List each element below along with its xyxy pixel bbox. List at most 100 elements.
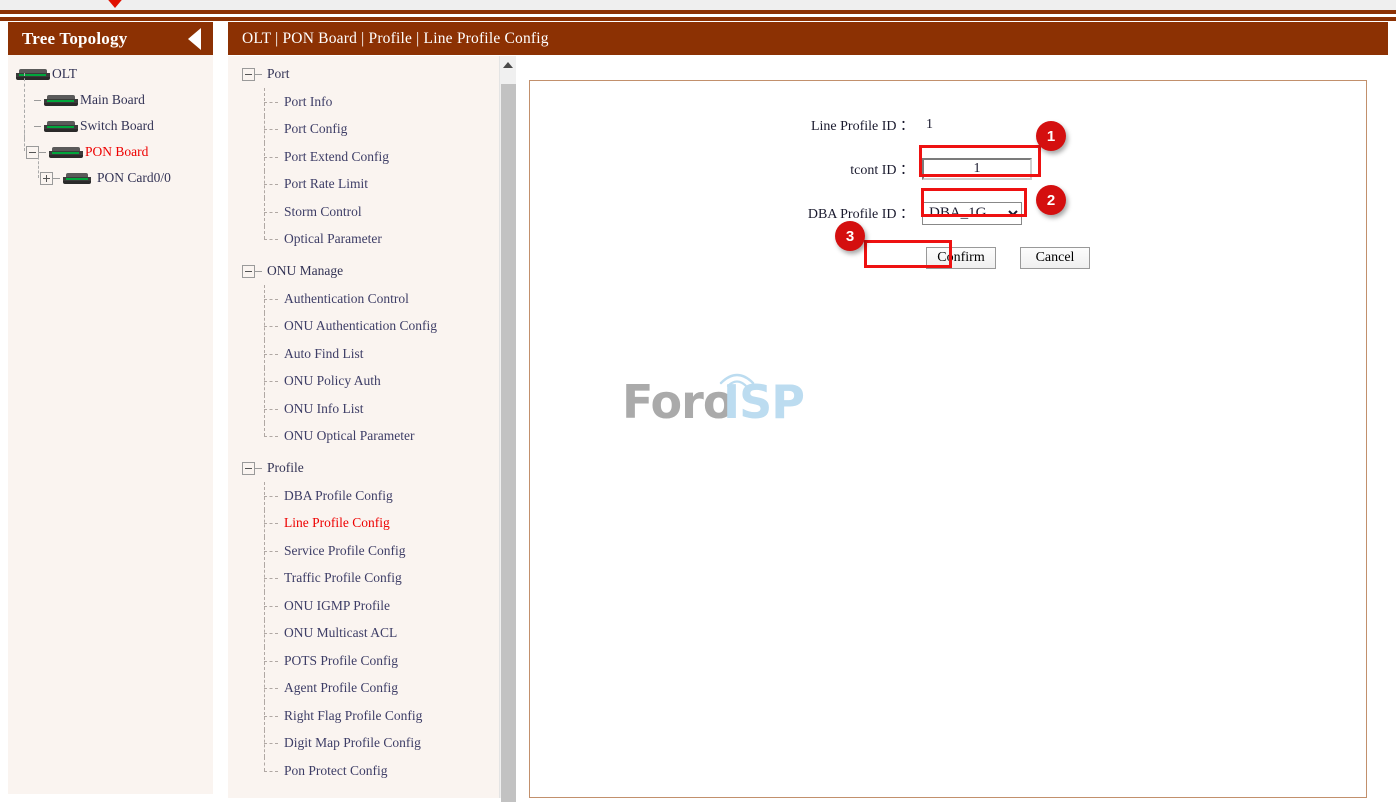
menu-item-label[interactable]: Auto Find List	[278, 346, 364, 362]
breadcrumb: OLT | PON Board | Profile | Line Profile…	[242, 30, 549, 48]
menu-item-label[interactable]: ONU Info List	[278, 401, 364, 417]
tree-connector	[264, 771, 278, 772]
menu-group-port[interactable]: Port	[242, 60, 498, 88]
menu-item-pots-profile-config[interactable]: POTS Profile Config	[242, 647, 498, 675]
menu-item-traffic-profile-config[interactable]: Traffic Profile Config	[242, 565, 498, 593]
menu-item-label[interactable]: Port Extend Config	[278, 149, 389, 165]
tree-connector	[255, 271, 262, 272]
menu-item-label[interactable]: ONU Authentication Config	[278, 318, 437, 334]
menu-item-label[interactable]: Storm Control	[278, 204, 362, 220]
tree-connector	[264, 129, 278, 130]
tree-connector	[24, 125, 25, 151]
tree-node-olt[interactable]: OLT	[12, 61, 213, 87]
tree-node-pon-card[interactable]: PON Card0/0	[12, 165, 213, 191]
tree-connector	[264, 551, 278, 552]
menu-item-label[interactable]: Port Rate Limit	[278, 176, 368, 192]
menu-group-label[interactable]: ONU Manage	[267, 263, 343, 279]
tree-connector	[264, 226, 265, 240]
menu-item-onu-info-list[interactable]: ONU Info List	[242, 395, 498, 423]
tree-connector	[255, 468, 262, 469]
tree-node-label[interactable]: Switch Board	[80, 118, 154, 134]
minus-box-icon[interactable]	[242, 68, 255, 81]
menu-item-label[interactable]: Traffic Profile Config	[278, 570, 402, 586]
menu-scrollbar[interactable]	[499, 56, 516, 798]
tree-connector	[255, 74, 262, 75]
line-profile-id-row: Line Profile ID ： 1	[530, 103, 1367, 147]
menu-group-label[interactable]: Profile	[267, 460, 304, 476]
line-profile-id-value: 1	[920, 117, 933, 133]
menu-item-label[interactable]: Authentication Control	[278, 291, 409, 307]
menu-item-label[interactable]: ONU Optical Parameter	[278, 428, 414, 444]
menu-item-digit-map-profile-config[interactable]: Digit Map Profile Config	[242, 730, 498, 758]
menu-item-label[interactable]: DBA Profile Config	[278, 488, 393, 504]
confirm-button[interactable]: Confirm	[926, 247, 996, 269]
tree-node-label[interactable]: OLT	[52, 66, 77, 82]
menu-item-authentication-control[interactable]: Authentication Control	[242, 285, 498, 313]
watermark-text-primary: Foro	[622, 375, 733, 429]
menu-item-line-profile-config[interactable]: Line Profile Config	[242, 510, 498, 538]
device-icon	[63, 173, 91, 184]
top-divider-lower	[0, 17, 1396, 21]
tree-connector	[264, 354, 278, 355]
menu-item-optical-parameter[interactable]: Optical Parameter	[242, 226, 498, 254]
menu-item-onu-multicast-acl[interactable]: ONU Multicast ACL	[242, 620, 498, 648]
menu-item-service-profile-config[interactable]: Service Profile Config	[242, 537, 498, 565]
menu-item-onu-authentication-config[interactable]: ONU Authentication Config	[242, 313, 498, 341]
menu-group-label[interactable]: Port	[267, 66, 290, 82]
minus-box-icon[interactable]	[242, 462, 255, 475]
tree-connector	[264, 423, 265, 437]
menu-item-port-rate-limit[interactable]: Port Rate Limit	[242, 171, 498, 199]
menu-item-label[interactable]: ONU Policy Auth	[278, 373, 381, 389]
menu-item-dba-profile-config[interactable]: DBA Profile Config	[242, 482, 498, 510]
plus-box-icon[interactable]	[40, 172, 53, 185]
top-divider-upper	[0, 10, 1396, 14]
tree-connector	[264, 184, 278, 185]
tcont-id-label: tcont ID ：	[530, 159, 920, 179]
menu-item-label[interactable]: Service Profile Config	[278, 543, 405, 559]
tcont-id-input[interactable]	[922, 158, 1032, 180]
menu-item-label[interactable]: POTS Profile Config	[278, 653, 398, 669]
menu-item-onu-optical-parameter[interactable]: ONU Optical Parameter	[242, 423, 498, 451]
menu-item-label[interactable]: Line Profile Config	[278, 515, 390, 531]
minus-box-icon[interactable]	[242, 265, 255, 278]
tree-node-switch-board[interactable]: Switch Board	[12, 113, 213, 139]
tree-connector	[264, 436, 278, 437]
menu-item-label[interactable]: ONU IGMP Profile	[278, 598, 390, 614]
menu-item-storm-control[interactable]: Storm Control	[242, 198, 498, 226]
tree-connector	[264, 716, 278, 717]
tree-node-label[interactable]: Main Board	[80, 92, 145, 108]
menu-item-auto-find-list[interactable]: Auto Find List	[242, 340, 498, 368]
menu-item-port-extend-config[interactable]: Port Extend Config	[242, 143, 498, 171]
tree-node-label[interactable]: PON Card0/0	[93, 170, 171, 186]
menu-group-profile[interactable]: Profile	[242, 454, 498, 482]
menu-item-onu-igmp-profile[interactable]: ONU IGMP Profile	[242, 592, 498, 620]
menu-item-label[interactable]: Right Flag Profile Config	[278, 708, 422, 724]
content-header-bar: OLT | PON Board | Profile | Line Profile…	[228, 22, 1388, 55]
menu-item-onu-policy-auth[interactable]: ONU Policy Auth	[242, 368, 498, 396]
menu-item-label[interactable]: Digit Map Profile Config	[278, 735, 421, 751]
menu-item-right-flag-profile-config[interactable]: Right Flag Profile Config	[242, 702, 498, 730]
menu-item-label[interactable]: ONU Multicast ACL	[278, 625, 397, 641]
scroll-up-arrow-icon[interactable]	[500, 56, 516, 73]
tree-node-pon-board[interactable]: PON Board	[12, 139, 213, 165]
menu-item-port-info[interactable]: Port Info	[242, 88, 498, 116]
tree-node-label[interactable]: PON Board	[85, 144, 148, 160]
menu-item-port-config[interactable]: Port Config	[242, 116, 498, 144]
menu-item-pon-protect-config[interactable]: Pon Protect Config	[242, 757, 498, 785]
scrollbar-thumb[interactable]	[501, 84, 516, 802]
menu-item-label[interactable]: Pon Protect Config	[278, 763, 388, 779]
menu-item-agent-profile-config[interactable]: Agent Profile Config	[242, 675, 498, 703]
left-triangle-collapse-icon[interactable]	[188, 28, 201, 50]
menu-group-onu-manage[interactable]: ONU Manage	[242, 257, 498, 285]
tree-topology-body: OLT Main Board Switch Board	[8, 55, 213, 794]
menu-item-label[interactable]: Port Info	[278, 94, 332, 110]
cancel-button[interactable]: Cancel	[1020, 247, 1090, 269]
tcont-id-row: tcont ID ：	[530, 147, 1367, 191]
menu-item-label[interactable]: Optical Parameter	[278, 231, 382, 247]
dba-profile-select[interactable]: DBA_1G	[922, 202, 1022, 225]
menu-item-label[interactable]: Agent Profile Config	[278, 680, 398, 696]
tree-node-main-board[interactable]: Main Board	[12, 87, 213, 113]
tree-topology-header: Tree Topology	[8, 22, 213, 55]
menu-item-label[interactable]: Port Config	[278, 121, 347, 137]
watermark-text-secondary: ISP	[723, 375, 804, 429]
